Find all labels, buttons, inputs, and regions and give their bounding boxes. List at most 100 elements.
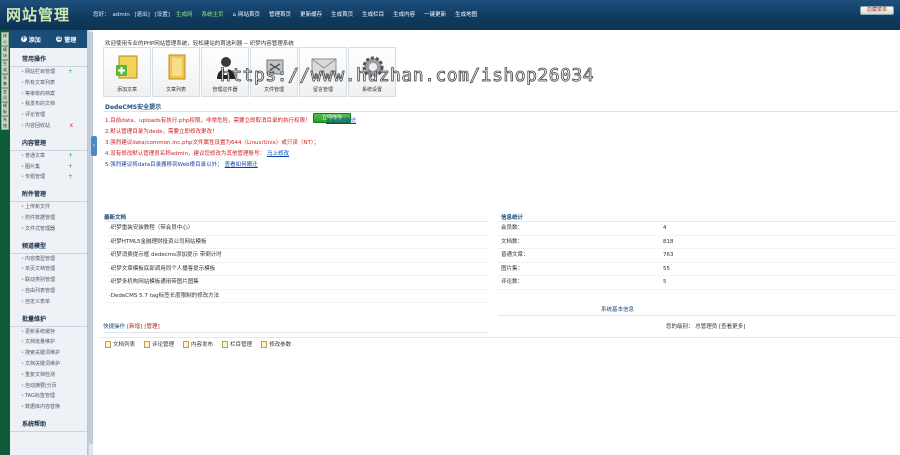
scrollbar-thumb[interactable] — [89, 32, 93, 444]
quick-envelope[interactable]: 留言管理 — [299, 47, 347, 97]
module-tab-6[interactable]: 系统 — [1, 116, 9, 130]
module-tab-1[interactable]: 模块 — [1, 46, 9, 60]
collapse-sidebar-button[interactable]: ‹ — [91, 136, 97, 156]
stat-row: 普通文章： 763 — [498, 249, 896, 263]
sidebar-section: 系统帮助 — [10, 417, 87, 432]
sidebar-item[interactable]: 所有文章列表 — [10, 78, 87, 89]
topnav-8[interactable]: 一键更新 — [424, 10, 446, 18]
sidebar-item[interactable]: 我发布的文档 — [10, 99, 87, 110]
sidebar-item[interactable]: 文档批量维护 — [10, 337, 87, 348]
sidebar-section-title[interactable]: 常用操作 — [10, 52, 87, 67]
sidebar-item[interactable]: 专题管理+ — [10, 172, 87, 183]
list-icon: ≡ — [56, 35, 63, 42]
topnav-4[interactable]: 更新缓存 — [300, 10, 322, 18]
add-icon[interactable]: + — [68, 151, 73, 162]
stat-row: 评论数： 5 — [498, 276, 896, 290]
manage-button[interactable]: ≡ 管理 — [56, 35, 76, 44]
tip-link[interactable]: 查看如何搬迁 — [225, 162, 258, 168]
gear-icon — [359, 54, 387, 80]
sidebar-item[interactable]: 评论管理 — [10, 110, 87, 121]
topnav-0[interactable]: 生成网 — [176, 10, 193, 18]
sidebar-item[interactable]: 网站栏目管理+ — [10, 67, 87, 78]
module-strip: 核心 模块 生成 采集 会员 模板 系统 — [0, 30, 10, 455]
sidebar-section-title[interactable]: 附件管理 — [10, 187, 87, 203]
stat-value: 763 — [663, 252, 674, 258]
welcome-text: 欢迎使用专业的PHP网站管理系统，轻松建站的首选利器 -- 织梦内容管理系统 — [105, 41, 294, 47]
module-tab-2[interactable]: 生成 — [1, 60, 9, 74]
sidebar-item[interactable]: 数据库内容替换 — [10, 402, 87, 413]
sidebar-item[interactable]: 搜索关键词维护 — [10, 348, 87, 359]
sidebar-item[interactable]: 文档关键词维护 — [10, 359, 87, 370]
sidebar-item[interactable]: 自定义表单 — [10, 297, 87, 308]
toolbox-icon — [261, 54, 289, 80]
sidebar-item[interactable]: 联动类别管理 — [10, 275, 87, 286]
sidebar-item[interactable]: TAG标签管理 — [10, 391, 87, 402]
security-tip: 4.没有修改默认管理员名称admin，建议您修改为其他管理账号： 马上修改 — [105, 151, 289, 157]
topnav-2[interactable]: 网站首页 — [233, 10, 260, 18]
topnav-3[interactable]: 管理首页 — [269, 10, 291, 18]
news-item[interactable]: ·织梦HTML5金融理财投资公司网站模板 — [105, 236, 490, 249]
hide-menu-button[interactable]: 隐藏菜单 — [860, 6, 894, 15]
sidebar-item[interactable]: 文件式管理器 — [10, 224, 87, 235]
news-item[interactable]: ·织梦文章模板底部调用同个人播客提示模板 — [105, 263, 490, 276]
stop-link[interactable]: 查看如何搬迁 — [326, 117, 356, 124]
stat-value: 5 — [663, 279, 667, 285]
shortcut-item[interactable]: 评论管理 — [144, 340, 174, 348]
module-tab-3[interactable]: 采集 — [1, 74, 9, 88]
topnav-6[interactable]: 生成栏目 — [362, 10, 384, 18]
tip-link[interactable]: 马上修改 — [267, 151, 289, 157]
quick-folder[interactable]: 文章列表 — [152, 47, 200, 97]
sidebar-scrollbar[interactable] — [88, 30, 93, 455]
sidebar-item[interactable]: 自动摘要|分页 — [10, 381, 87, 392]
shortcut-item[interactable]: 内容发布 — [183, 340, 213, 348]
sidebar-item[interactable]: 上传新文件 — [10, 202, 87, 213]
quick-add-document[interactable]: 添加文章 — [103, 47, 151, 97]
view-more-link[interactable]: [查看更多] — [719, 324, 745, 330]
news-item[interactable]: ·织梦消费提示框 dedecms添加提示 带倒计时 — [105, 249, 490, 263]
shortcut-item[interactable]: 修改参数 — [261, 340, 291, 348]
sidebar-section: 常用操作网站栏目管理+所有文章列表等审核的档案我发布的文档评论管理内容回收站x — [10, 52, 87, 132]
sidebar-item[interactable]: 附件数据管理 — [10, 213, 87, 224]
add-button[interactable]: + 添加 — [20, 35, 41, 44]
topnav-5[interactable]: 生成首页 — [331, 10, 353, 18]
sidebar-item[interactable]: 等审核的档案 — [10, 89, 87, 100]
add-icon[interactable]: + — [68, 67, 73, 78]
sidebar-item[interactable]: 内容回收站x — [10, 121, 87, 132]
quick-toolbox[interactable]: 文件管理 — [250, 47, 298, 97]
shortcut-item[interactable]: 文档列表 — [105, 340, 135, 348]
logout-link[interactable]: [退出] — [135, 12, 150, 18]
quick-gear[interactable]: 系统设置 — [348, 47, 396, 97]
sidebar-section-title[interactable]: 系统帮助 — [10, 417, 87, 432]
sidebar-item[interactable]: 自由列表管理 — [10, 286, 87, 297]
settings-link[interactable]: [设置] — [155, 12, 170, 18]
shortcut-item[interactable]: 栏目管理 — [222, 340, 252, 348]
sidebar-item[interactable]: 更新系统缓存 — [10, 327, 87, 338]
sidebar-item[interactable]: 图片集+ — [10, 162, 87, 173]
app-window: 网站管理 您好：admin [退出] [设置] 生成网系统主页网站首页管理首页更… — [0, 0, 900, 455]
topnav-1[interactable]: 系统主页 — [202, 10, 224, 18]
sidebar-item[interactable]: 内容模型管理 — [10, 254, 87, 265]
module-tab-0[interactable]: 核心 — [1, 32, 9, 46]
stat-label: 文档数： — [501, 238, 524, 245]
sidebar-item[interactable]: 单页文档管理 — [10, 264, 87, 275]
sidebar-section-title[interactable]: 频道模型 — [10, 239, 87, 254]
module-tab-5[interactable]: 模板 — [1, 102, 9, 116]
topnav-7[interactable]: 生成内容 — [393, 10, 415, 18]
clear-icon[interactable]: x — [69, 121, 73, 132]
sidebar-item[interactable]: 普通文章+ — [10, 151, 87, 162]
news-item[interactable]: ·织梦多机构网站模板通用带图片图集 — [105, 276, 490, 290]
module-tab-4[interactable]: 会员 — [1, 88, 9, 102]
sidebar-section-title[interactable]: 内容管理 — [10, 136, 87, 151]
sidebar-section-title[interactable]: 批量维护 — [10, 312, 87, 327]
sidebar-item[interactable]: 重复文档检测 — [10, 370, 87, 381]
news-item[interactable]: ·DedeCMS 5.7 tag标签长度限制的修改方法 — [105, 290, 490, 303]
shortcut-manage-link[interactable]: [管理] — [144, 324, 159, 330]
quick-person[interactable]: 管理这件器 — [201, 47, 249, 97]
shortcut-add-link[interactable]: [新增] — [127, 324, 142, 330]
sidebar-section: 内容管理普通文章+图片集+专题管理+ — [10, 136, 87, 183]
add-icon[interactable]: + — [68, 162, 73, 173]
news-item[interactable]: ·织梦重装安装教程（带会员中心） — [105, 222, 490, 236]
add-icon[interactable]: + — [68, 172, 73, 183]
topnav-9[interactable]: 生成地图 — [455, 10, 477, 18]
sysinfo-row: 您的级别： 总管理员 [查看更多] — [666, 324, 746, 330]
